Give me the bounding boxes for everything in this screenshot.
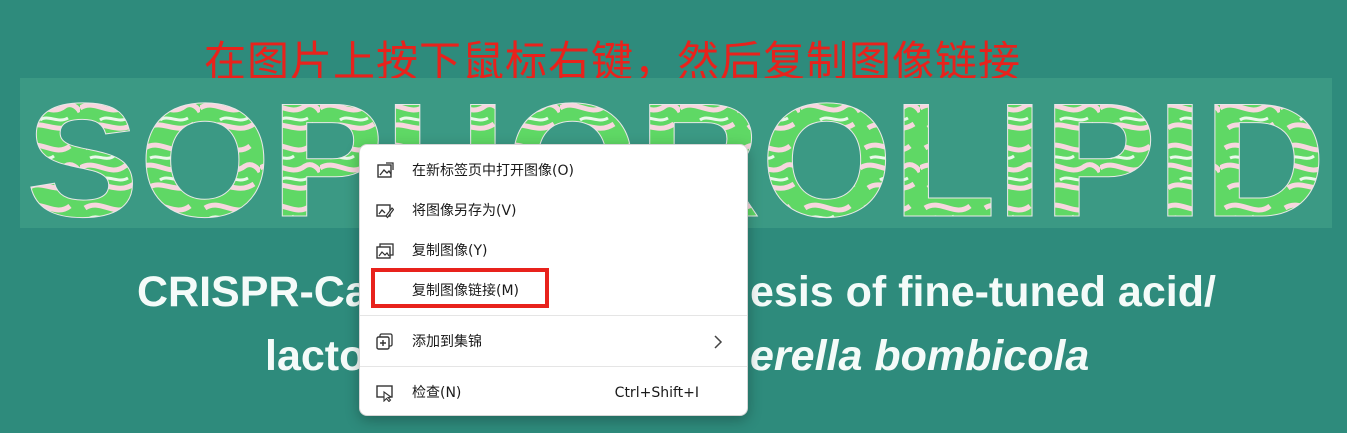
image-new-tab-icon: [377, 162, 394, 178]
image-save-icon: [376, 204, 394, 219]
menu-item-open-image-new-tab[interactable]: 在新标签页中打开图像(O): [366, 154, 741, 188]
menu-item-save-image-as[interactable]: 将图像另存为(V): [366, 194, 741, 228]
menu-item-shortcut: Ctrl+Shift+I: [614, 385, 699, 401]
collections-add-icon: [376, 333, 393, 350]
menu-item-label: 检查(N): [412, 385, 462, 401]
highlight-box: [371, 268, 549, 308]
menu-item-add-to-collections[interactable]: 添加到集锦: [366, 325, 741, 359]
menu-item-label: 在新标签页中打开图像(O): [412, 163, 574, 179]
subtitle-line2-end: erella bombicola: [750, 332, 1090, 380]
menu-separator: [360, 315, 747, 316]
subtitle-line2-start: lacto: [265, 332, 366, 380]
inspect-icon: [376, 385, 393, 402]
image-copy-icon: [376, 243, 394, 259]
menu-item-copy-image[interactable]: 复制图像(Y): [366, 234, 741, 268]
menu-item-label: 将图像另存为(V): [412, 203, 517, 219]
menu-separator: [360, 366, 747, 367]
chevron-right-icon: [714, 335, 723, 349]
menu-item-inspect[interactable]: 检查(N) Ctrl+Shift+I: [366, 376, 741, 410]
menu-item-label: 添加到集锦: [412, 334, 482, 350]
subtitle-line1-end: esis of fine-tuned acid/: [750, 268, 1216, 316]
menu-item-label: 复制图像(Y): [412, 243, 488, 259]
subtitle-line1-start: CRISPR-Ca: [137, 268, 369, 316]
